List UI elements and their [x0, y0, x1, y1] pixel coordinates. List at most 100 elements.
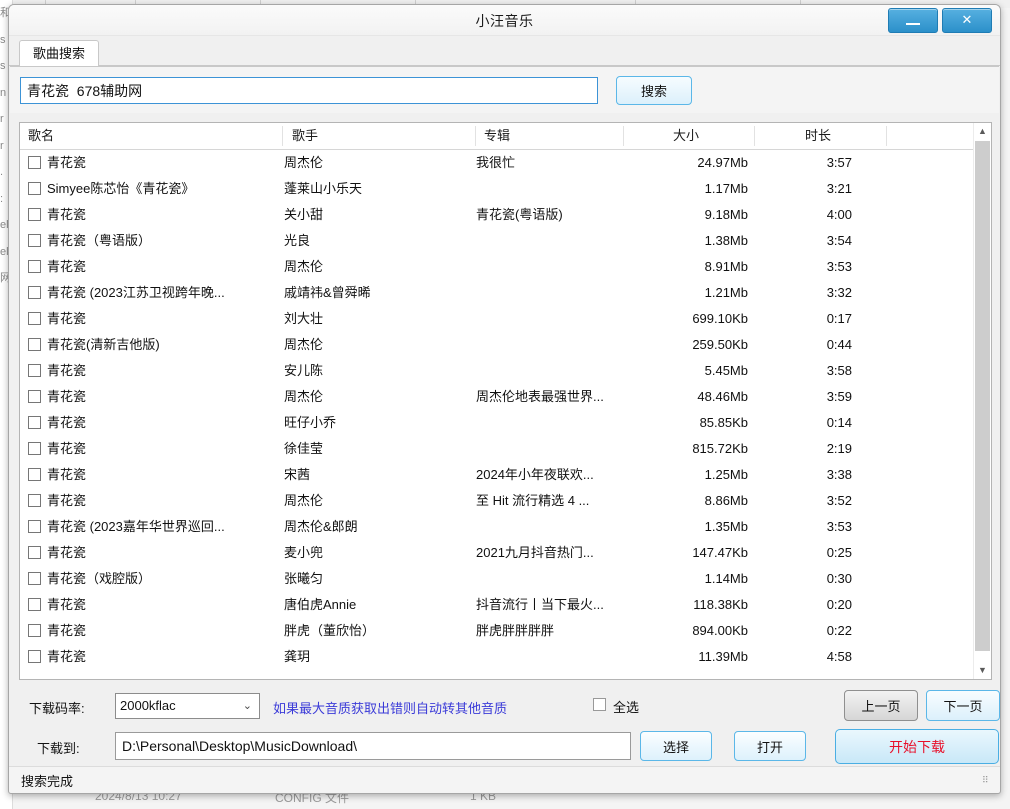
quality-fallback-hint[interactable]: 如果最大音质获取出错则自动转其他音质 — [273, 698, 507, 717]
table-row[interactable]: 青花瓷（戏腔版）张曦匀1.14Mb0:30 — [20, 566, 974, 592]
table-row[interactable]: Simyee陈芯怡《青花瓷》蓬莱山小乐天1.17Mb3:21 — [20, 176, 974, 202]
table-row[interactable]: 青花瓷安儿陈5.45Mb3:58 — [20, 358, 974, 384]
table-row[interactable]: 青花瓷唐伯虎Annie抖音流行丨当下最火...118.38Kb0:20 — [20, 592, 974, 618]
row-checkbox[interactable] — [28, 182, 41, 195]
row-checkbox[interactable] — [28, 416, 41, 429]
table-row[interactable]: 青花瓷 (2023嘉年华世界巡回...周杰伦&郎朗1.35Mb3:53 — [20, 514, 974, 540]
row-checkbox[interactable] — [28, 286, 41, 299]
cell-size: 11.39Mb — [624, 644, 748, 670]
cell-size: 8.86Mb — [624, 488, 748, 514]
table-row[interactable]: 青花瓷宋茜2024年小年夜联欢...1.25Mb3:38 — [20, 462, 974, 488]
scroll-up-icon[interactable]: ▲ — [974, 123, 991, 140]
table-row[interactable]: 青花瓷刘大壮699.10Kb0:17 — [20, 306, 974, 332]
row-checkbox[interactable] — [28, 442, 41, 455]
minimize-icon — [906, 23, 920, 25]
cell-album — [476, 176, 624, 202]
cell-song-name: 青花瓷 — [47, 592, 275, 618]
vertical-scrollbar[interactable]: ▲ ▼ — [973, 123, 991, 679]
cell-album: 胖虎胖胖胖胖 — [476, 618, 624, 644]
search-button[interactable]: 搜索 — [616, 76, 692, 105]
tab-song-search[interactable]: 歌曲搜索 — [19, 40, 99, 67]
select-all-checkbox[interactable] — [593, 698, 606, 711]
bottom-controls: 下载码率: 2000kflac ⌄ 如果最大音质获取出错则自动转其他音质 全选 … — [9, 686, 1000, 774]
row-checkbox[interactable] — [28, 494, 41, 507]
search-input[interactable] — [20, 77, 598, 104]
cell-artist: 戚靖祎&曾舜晞 — [284, 280, 469, 306]
cell-artist: 龚玥 — [284, 644, 469, 670]
bitrate-value: 2000kflac — [120, 698, 176, 713]
row-checkbox[interactable] — [28, 260, 41, 273]
cell-album — [476, 358, 624, 384]
table-row[interactable]: 青花瓷麦小兜2021九月抖音热门...147.47Kb0:25 — [20, 540, 974, 566]
table-row[interactable]: 青花瓷(清新吉他版)周杰伦259.50Kb0:44 — [20, 332, 974, 358]
row-checkbox[interactable] — [28, 208, 41, 221]
cell-album — [476, 410, 624, 436]
row-checkbox[interactable] — [28, 468, 41, 481]
cell-album — [476, 228, 624, 254]
row-checkbox[interactable] — [28, 572, 41, 585]
cell-album: 抖音流行丨当下最火... — [476, 592, 624, 618]
column-header-name[interactable]: 歌名 — [28, 123, 54, 149]
cell-artist: 周杰伦&郎朗 — [284, 514, 469, 540]
cell-duration: 2:19 — [770, 436, 852, 462]
resize-grip-icon[interactable]: ⠿ — [982, 777, 994, 789]
table-header: 歌名 歌手 专辑 大小 时长 — [20, 123, 991, 150]
column-header-duration[interactable]: 时长 — [756, 123, 880, 149]
cell-song-name: 青花瓷 — [47, 306, 275, 332]
row-checkbox[interactable] — [28, 546, 41, 559]
cell-artist: 周杰伦 — [284, 150, 469, 176]
cell-size: 24.97Mb — [624, 150, 748, 176]
cell-duration: 0:25 — [770, 540, 852, 566]
row-checkbox[interactable] — [28, 624, 41, 637]
table-row[interactable]: 青花瓷周杰伦我很忙24.97Mb3:57 — [20, 150, 974, 176]
cell-song-name: Simyee陈芯怡《青花瓷》 — [47, 176, 275, 202]
application-window: 小汪音乐 ✕ 歌曲搜索 搜索 歌名 歌手 专辑 大小 时长 青花瓷周杰伦我很 — [8, 4, 1001, 794]
row-checkbox[interactable] — [28, 650, 41, 663]
cell-duration: 3:52 — [770, 488, 852, 514]
cell-duration: 3:58 — [770, 358, 852, 384]
row-checkbox[interactable] — [28, 312, 41, 325]
table-row[interactable]: 青花瓷（粤语版）光良1.38Mb3:54 — [20, 228, 974, 254]
table-row[interactable]: 青花瓷徐佳莹815.72Kb2:19 — [20, 436, 974, 462]
table-row[interactable]: 青花瓷旺仔小乔85.85Kb0:14 — [20, 410, 974, 436]
minimize-button[interactable] — [888, 8, 938, 33]
column-header-size[interactable]: 大小 — [624, 123, 748, 149]
cell-artist: 唐伯虎Annie — [284, 592, 469, 618]
cell-album — [476, 436, 624, 462]
prev-page-button[interactable]: 上一页 — [844, 690, 918, 721]
table-body[interactable]: 青花瓷周杰伦我很忙24.97Mb3:57Simyee陈芯怡《青花瓷》蓬莱山小乐天… — [20, 150, 974, 679]
table-row[interactable]: 青花瓷周杰伦8.91Mb3:53 — [20, 254, 974, 280]
cell-size: 1.25Mb — [624, 462, 748, 488]
row-checkbox[interactable] — [28, 338, 41, 351]
start-download-button[interactable]: 开始下载 — [835, 729, 999, 764]
save-path-input[interactable] — [115, 732, 631, 760]
scrollbar-thumb[interactable] — [975, 141, 990, 651]
cell-song-name: 青花瓷 (2023嘉年华世界巡回... — [47, 514, 275, 540]
row-checkbox[interactable] — [28, 234, 41, 247]
next-page-button[interactable]: 下一页 — [926, 690, 1000, 721]
table-row[interactable]: 青花瓷胖虎（董欣怡）胖虎胖胖胖胖894.00Kb0:22 — [20, 618, 974, 644]
table-row[interactable]: 青花瓷龚玥11.39Mb4:58 — [20, 644, 974, 670]
scroll-down-icon[interactable]: ▼ — [974, 662, 991, 679]
table-row[interactable]: 青花瓷关小甜青花瓷(粤语版)9.18Mb4:00 — [20, 202, 974, 228]
row-checkbox[interactable] — [28, 156, 41, 169]
row-checkbox[interactable] — [28, 390, 41, 403]
column-header-artist[interactable]: 歌手 — [292, 123, 318, 149]
choose-folder-button[interactable]: 选择 — [640, 731, 712, 761]
row-checkbox[interactable] — [28, 520, 41, 533]
close-button[interactable]: ✕ — [942, 8, 992, 33]
table-row[interactable]: 青花瓷周杰伦周杰伦地表最强世界...48.46Mb3:59 — [20, 384, 974, 410]
select-all-label: 全选 — [613, 697, 639, 716]
bitrate-select[interactable]: 2000kflac ⌄ — [115, 693, 260, 719]
row-checkbox[interactable] — [28, 598, 41, 611]
cell-song-name: 青花瓷 — [47, 254, 275, 280]
open-folder-button[interactable]: 打开 — [734, 731, 806, 761]
row-checkbox[interactable] — [28, 364, 41, 377]
column-header-album[interactable]: 专辑 — [484, 123, 510, 149]
cell-album — [476, 254, 624, 280]
table-row[interactable]: 青花瓷 (2023江苏卫视跨年晚...戚靖祎&曾舜晞1.21Mb3:32 — [20, 280, 974, 306]
cell-size: 1.14Mb — [624, 566, 748, 592]
cell-artist: 周杰伦 — [284, 254, 469, 280]
cell-duration: 0:14 — [770, 410, 852, 436]
table-row[interactable]: 青花瓷周杰伦至 Hit 流行精选 4 ...8.86Mb3:52 — [20, 488, 974, 514]
